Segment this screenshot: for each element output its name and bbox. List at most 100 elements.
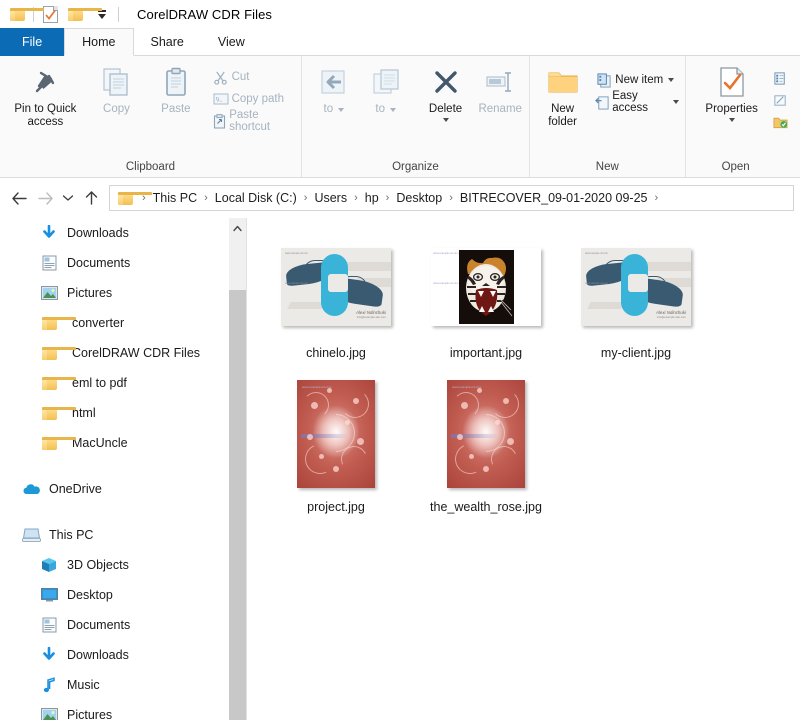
sidebar-item-html[interactable]: html <box>0 398 246 428</box>
paste-shortcut-button[interactable]: Paste shortcut <box>210 109 301 133</box>
properties-icon <box>718 65 746 99</box>
window-title: CorelDRAW CDR Files <box>137 6 273 22</box>
breadcrumb-separator[interactable]: › <box>297 192 315 204</box>
chevron-down-icon[interactable] <box>728 118 735 122</box>
rename-button[interactable]: Rename <box>471 63 528 116</box>
scroll-up-arrow-icon[interactable] <box>229 218 246 238</box>
sidebar-item-macuncle[interactable]: MacUncle <box>0 428 246 458</box>
breadcrumb-separator[interactable]: › <box>647 192 665 204</box>
scissors-icon <box>210 70 232 85</box>
button-label-line2: folder <box>548 116 577 128</box>
breadcrumb-separator[interactable]: › <box>379 192 397 204</box>
ribbon: Pin to Quick access Copy Paste Cut \\.. … <box>0 56 800 178</box>
file-item[interactable]: www.example-url.com www.example-url.com … <box>261 232 411 362</box>
new-folder-icon[interactable] <box>66 5 102 23</box>
move-to-button[interactable]: to <box>308 63 360 116</box>
copy-path-button[interactable]: \\.. Copy path <box>210 88 301 110</box>
downloads-icon <box>38 647 60 663</box>
sidebar-item-documents-pc[interactable]: Documents <box>0 610 246 640</box>
chevron-down-icon[interactable] <box>668 78 675 82</box>
group-label-clipboard: Clipboard <box>125 161 176 173</box>
folder-icon <box>8 5 44 23</box>
forward-button[interactable] <box>32 185 58 211</box>
file-thumbnail-boat: www.example-url.com www.example-url.com … <box>581 248 691 326</box>
desktop-icon <box>38 588 60 602</box>
sidebar-item-label: eml to pdf <box>72 376 127 390</box>
breadcrumb-local-disk[interactable]: Local Disk (C:) <box>215 191 297 205</box>
thumbnail-wrapper: www.example-url.com <box>297 376 375 492</box>
documents-icon <box>38 255 60 271</box>
svg-text:\\..: \\.. <box>216 98 223 104</box>
sidebar-item-pictures-pc[interactable]: Pictures <box>0 700 246 720</box>
sidebar-item-documents[interactable]: Documents <box>0 248 246 278</box>
file-thumbnail-rose: www.example-url.com <box>297 380 375 488</box>
button-label-line1: Pin to Quick <box>14 103 77 115</box>
button-label: Paste <box>161 103 191 115</box>
file-list-pane[interactable]: www.example-url.com www.example-url.com … <box>247 218 800 720</box>
history-button[interactable] <box>770 111 798 133</box>
new-item-button[interactable]: New item <box>593 69 684 91</box>
group-label-open: Open <box>721 161 750 173</box>
sidebar-item-converter[interactable]: converter <box>0 308 246 338</box>
new-folder-button[interactable]: New folder <box>538 63 587 129</box>
up-button[interactable] <box>78 185 104 211</box>
folder-icon <box>38 376 76 390</box>
sidebar-item-onedrive[interactable]: OneDrive <box>0 474 246 504</box>
copy-to-button[interactable]: to <box>360 63 412 116</box>
file-item[interactable]: www.example-url.com <box>261 372 411 516</box>
breadcrumb-desktop[interactable]: Desktop <box>396 191 442 205</box>
properties-doc-check-icon[interactable] <box>41 5 59 23</box>
divider <box>118 6 119 22</box>
button-label: New item <box>615 74 664 86</box>
breadcrumb-users[interactable]: Users <box>314 191 347 205</box>
easy-access-button[interactable]: Easy access <box>593 90 684 114</box>
chevron-down-icon[interactable] <box>389 107 396 112</box>
cut-button[interactable]: Cut <box>210 66 301 88</box>
chevron-down-icon[interactable] <box>338 107 345 112</box>
sidebar-item-downloads-pc[interactable]: Downloads <box>0 640 246 670</box>
chevron-down-icon[interactable] <box>672 100 679 104</box>
file-item[interactable]: www.example-url.com www.example-url.com … <box>561 232 711 362</box>
file-item[interactable]: www.example-url.com www.example-url.com <box>411 232 561 362</box>
scrollbar-thumb[interactable] <box>229 290 246 720</box>
recent-locations-button[interactable] <box>58 185 78 211</box>
open-with-button[interactable] <box>770 67 798 89</box>
nav-pane-scrollbar[interactable] <box>229 218 246 720</box>
sidebar-item-3d-objects[interactable]: 3D Objects <box>0 550 246 580</box>
tab-share[interactable]: Share <box>134 28 201 56</box>
properties-button[interactable]: Properties <box>696 63 768 122</box>
sidebar-item-desktop[interactable]: Desktop <box>0 580 246 610</box>
pin-icon <box>30 65 60 99</box>
sidebar-item-music[interactable]: Music <box>0 670 246 700</box>
paste-button[interactable]: Paste <box>146 63 205 116</box>
sidebar-item-eml-to-pdf[interactable]: eml to pdf <box>0 368 246 398</box>
sidebar-item-coreldraw-cdr-files[interactable]: CorelDRAW CDR Files <box>0 338 246 368</box>
sidebar-item-downloads[interactable]: Downloads <box>0 218 246 248</box>
pin-to-quick-access-button[interactable]: Pin to Quick access <box>4 63 87 129</box>
delete-button[interactable]: Delete <box>420 63 472 122</box>
edit-button[interactable] <box>770 89 798 111</box>
back-button[interactable] <box>6 185 32 211</box>
paste-icon <box>160 65 192 99</box>
chevron-down-icon[interactable] <box>442 118 449 122</box>
tab-view[interactable]: View <box>201 28 262 56</box>
sidebar-item-pictures[interactable]: Pictures <box>0 278 246 308</box>
breadcrumb-separator[interactable]: › <box>197 192 215 204</box>
breadcrumb-hp[interactable]: hp <box>365 191 379 205</box>
sidebar-item-label: Desktop <box>67 588 113 602</box>
ribbon-group-open: Properties Open <box>684 56 800 177</box>
file-name: chinelo.jpg <box>306 346 366 360</box>
tab-file[interactable]: File <box>0 28 65 56</box>
sidebar-item-label: OneDrive <box>49 482 102 496</box>
tab-home[interactable]: Home <box>64 28 134 56</box>
sidebar-item-label: This PC <box>49 528 94 542</box>
breadcrumb-this-pc[interactable]: This PC <box>153 191 197 205</box>
address-breadcrumb-bar[interactable]: › This PC › Local Disk (C:) › Users › hp… <box>109 185 794 211</box>
copy-button[interactable]: Copy <box>87 63 146 116</box>
breadcrumb-current-folder[interactable]: BITRECOVER_09-01-2020 09-25 <box>460 191 648 205</box>
breadcrumb-separator[interactable]: › <box>347 192 365 204</box>
file-item[interactable]: www.example-url.com <box>411 372 561 516</box>
sidebar-item-label: Downloads <box>67 648 129 662</box>
breadcrumb-separator[interactable]: › <box>442 192 460 204</box>
sidebar-item-this-pc[interactable]: This PC <box>0 520 246 550</box>
